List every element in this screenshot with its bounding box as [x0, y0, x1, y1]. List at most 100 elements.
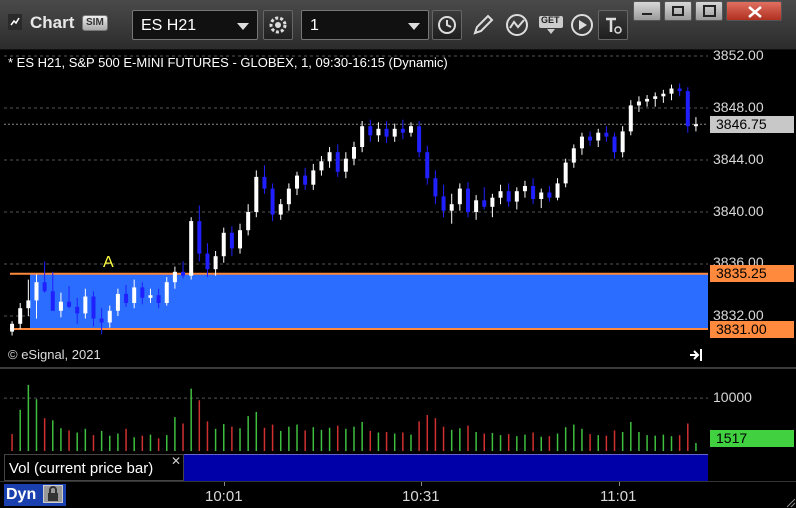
candle-body [213, 256, 218, 270]
gear-icon [269, 16, 287, 34]
candle-body [75, 306, 80, 314]
time-label: 11:01 [600, 488, 637, 505]
candle-body [604, 132, 609, 137]
price-axis[interactable]: 3852.00 3848.00 3844.00 3840.00 3836.00 … [708, 47, 796, 368]
candle-body [506, 191, 511, 202]
candle-body [482, 200, 487, 207]
time-tick [421, 482, 422, 486]
symbol-select[interactable]: ES H21 [132, 10, 258, 40]
candle-body [596, 132, 601, 141]
candle-body [303, 175, 308, 185]
candle-body [254, 176, 259, 212]
volume-axis[interactable]: 10000 1517 [708, 369, 796, 481]
draw-button[interactable] [468, 10, 498, 40]
candle-body [124, 293, 129, 303]
pencil-icon [473, 14, 494, 35]
time-label: 10:31 [402, 488, 440, 505]
candle-body [18, 308, 23, 324]
studies-button[interactable] [502, 10, 532, 40]
volume-legend[interactable]: Vol (current price bar) [4, 454, 184, 481]
candle-body [343, 158, 348, 172]
candle-body [474, 200, 479, 212]
candle-body [498, 191, 503, 198]
copyright: © eSignal, 2021 [8, 347, 101, 362]
clock-icon [438, 16, 456, 34]
minimize-button[interactable] [633, 1, 661, 21]
lock-icon[interactable] [43, 485, 63, 503]
volume-legend-label: Vol (current price bar) [9, 460, 154, 477]
price-chart-pane[interactable]: * ES H21, S&P 500 E-MINI FUTURES - GLOBE… [4, 50, 708, 368]
candle-body [645, 98, 650, 102]
marker-label-a[interactable]: A [103, 254, 114, 272]
time-label: 10:01 [205, 488, 243, 505]
candle-body [91, 296, 96, 319]
candle-body [189, 221, 194, 276]
candle-body [522, 186, 527, 192]
price-label: 3840.00 [713, 203, 764, 219]
replay-button[interactable] [567, 10, 597, 40]
candle-body [164, 282, 169, 303]
candle-body [563, 162, 568, 184]
settings-button[interactable] [263, 10, 293, 40]
candle-body [653, 96, 658, 99]
time-template-button[interactable] [432, 10, 462, 40]
candle-body [376, 128, 381, 136]
candle-body [384, 128, 389, 137]
candle-body [34, 282, 39, 301]
candle-body [677, 88, 682, 92]
candle-body [83, 296, 88, 314]
candle-body [319, 161, 324, 171]
candle-body [181, 271, 186, 276]
dynamic-mode-label: Dyn [6, 486, 37, 503]
candle-body [400, 128, 405, 133]
candle-body [360, 126, 365, 147]
interval-select[interactable]: 1 [301, 10, 429, 40]
candle-body [270, 188, 275, 215]
volume-pane[interactable] [4, 369, 708, 451]
candle-body [286, 188, 291, 205]
zone-low-tag: 3831.00 [710, 321, 794, 338]
candle-body [465, 188, 470, 212]
chart-logo-icon [8, 14, 22, 30]
text-button[interactable] [598, 10, 628, 40]
restore-icon [672, 6, 684, 16]
resize-grip-icon[interactable] [784, 496, 796, 508]
candle-body [278, 204, 283, 215]
chart-header: * ES H21, S&P 500 E-MINI FUTURES - GLOBE… [8, 55, 448, 70]
price-label: 3844.00 [713, 151, 764, 167]
candle-body [425, 152, 430, 179]
restore-button[interactable] [664, 1, 692, 21]
candle-body [628, 105, 633, 132]
candle-body [229, 232, 234, 249]
candle-body [490, 197, 495, 207]
candle-body [547, 192, 552, 198]
candle-body [99, 318, 104, 323]
sim-badge: SIM [82, 15, 108, 31]
candle-body [531, 186, 536, 199]
candle-body [107, 310, 112, 323]
candle-body [172, 271, 177, 283]
candle-body [457, 188, 462, 205]
last-volume-tag: 1517 [710, 430, 794, 447]
candle-body [441, 196, 446, 211]
candle-body [140, 287, 145, 298]
candle-body [311, 170, 316, 185]
scroll-to-end-icon[interactable] [688, 348, 704, 362]
price-chart [4, 55, 708, 336]
candle-body [571, 148, 576, 163]
close-study-icon[interactable]: ✕ [171, 454, 181, 468]
candle-body [449, 204, 454, 211]
candle-body [67, 301, 72, 307]
candle-body [636, 101, 641, 106]
candle-body [539, 192, 544, 199]
maximize-button[interactable] [695, 1, 723, 21]
time-axis[interactable]: Dyn 10:01 10:31 11:01 [0, 481, 796, 508]
symbol-value: ES H21 [141, 17, 197, 34]
candle-body [10, 323, 15, 332]
chevron-down-icon [237, 23, 249, 30]
candle-body [368, 126, 373, 136]
candle-body [352, 147, 356, 159]
get-data-button[interactable]: GET [535, 10, 565, 40]
close-button[interactable] [726, 1, 782, 21]
interval-value: 1 [310, 17, 319, 34]
